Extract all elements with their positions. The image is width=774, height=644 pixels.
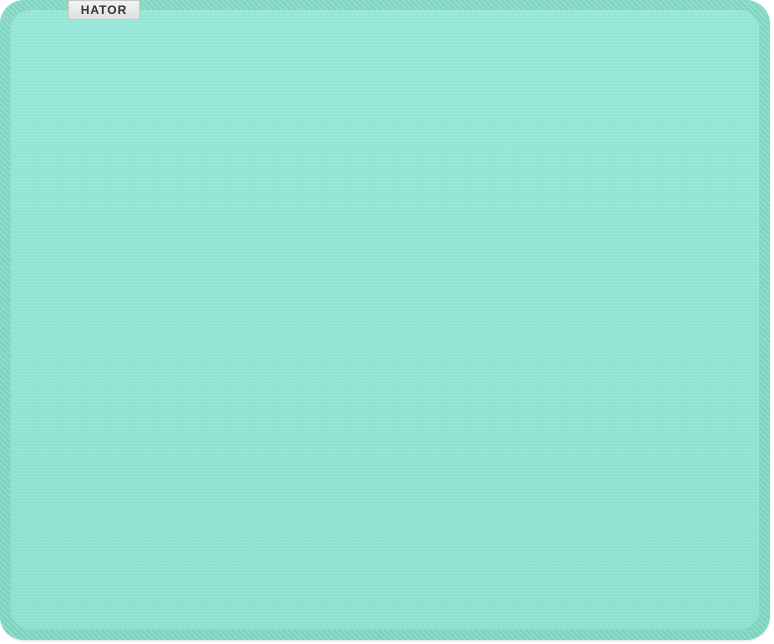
pad-surface	[10, 10, 760, 630]
mouse-pad: HATOR	[0, 0, 770, 640]
product-photo: HATOR	[0, 0, 774, 644]
brand-tag: HATOR	[68, 0, 140, 20]
